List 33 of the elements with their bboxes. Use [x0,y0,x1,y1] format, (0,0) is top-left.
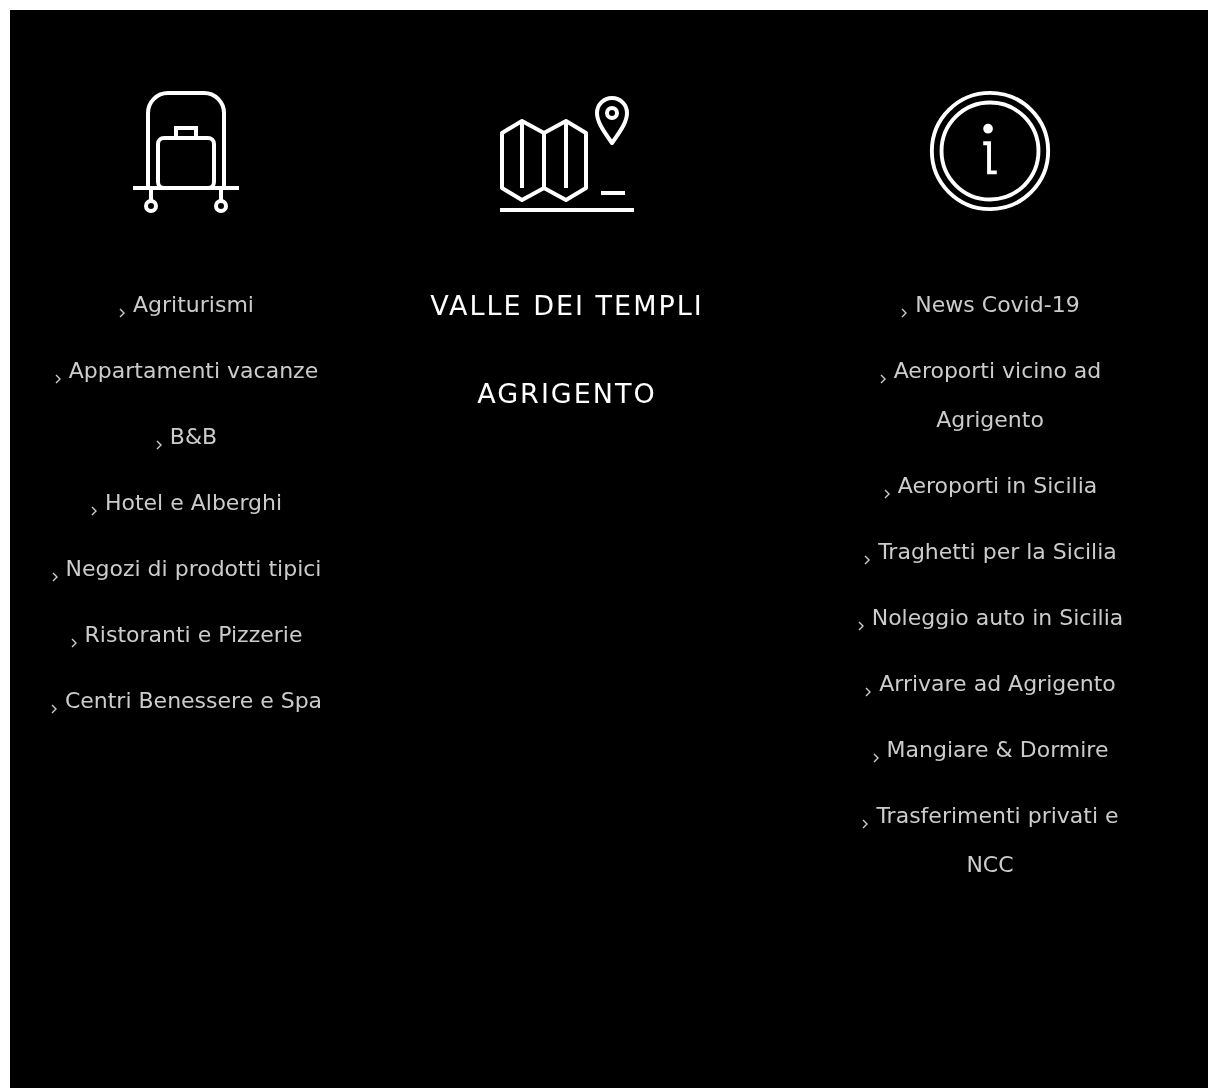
chevron-icon [871,753,880,763]
chevron-icon [882,489,891,499]
chevron-icon [863,555,872,565]
chevron-icon [154,440,163,450]
footer-link[interactable]: Hotel e Alberghi [38,478,334,527]
footer-link[interactable]: Ristoranti e Pizzerie [38,610,334,659]
footer-link[interactable]: Noleggio auto in Sicilia [842,593,1138,642]
footer-link[interactable]: B&B [38,412,334,461]
footer-link[interactable]: Negozi di prodotti tipici [38,544,334,593]
footer-link[interactable]: Centri Benessere e Spa [38,676,334,725]
footer-link[interactable]: Traghetti per la Sicilia [842,527,1138,576]
chevron-icon [864,687,873,697]
footer-link[interactable]: News Covid-19 [842,280,1138,329]
chevron-icon [861,819,870,829]
chevron-icon [118,308,127,318]
footer-link[interactable]: Trasferimenti privati e NCC [842,791,1138,889]
section-heading: AGRIGENTO [477,378,657,409]
chevron-icon [878,374,887,384]
chevron-icon [50,572,59,582]
chevron-icon [49,704,58,714]
chevron-icon [53,374,62,384]
footer-link[interactable]: Mangiare & Dormire [842,725,1138,774]
chevron-icon [900,308,909,318]
footer-link[interactable]: Appartamenti vacanze [38,346,334,395]
footer-link[interactable]: Aeroporti vicino ad Agrigento [842,346,1138,444]
footer-link[interactable]: Aeroporti in Sicilia [842,461,1138,510]
footer-link[interactable]: Arrivare ad Agrigento [842,659,1138,708]
chevron-icon [69,638,78,648]
footer-link[interactable]: Agriturismi [38,280,334,329]
section-heading: VALLE DEI TEMPLI [430,290,704,321]
info-icon [927,88,1053,214]
chevron-icon [89,506,98,516]
chevron-icon [856,621,865,631]
